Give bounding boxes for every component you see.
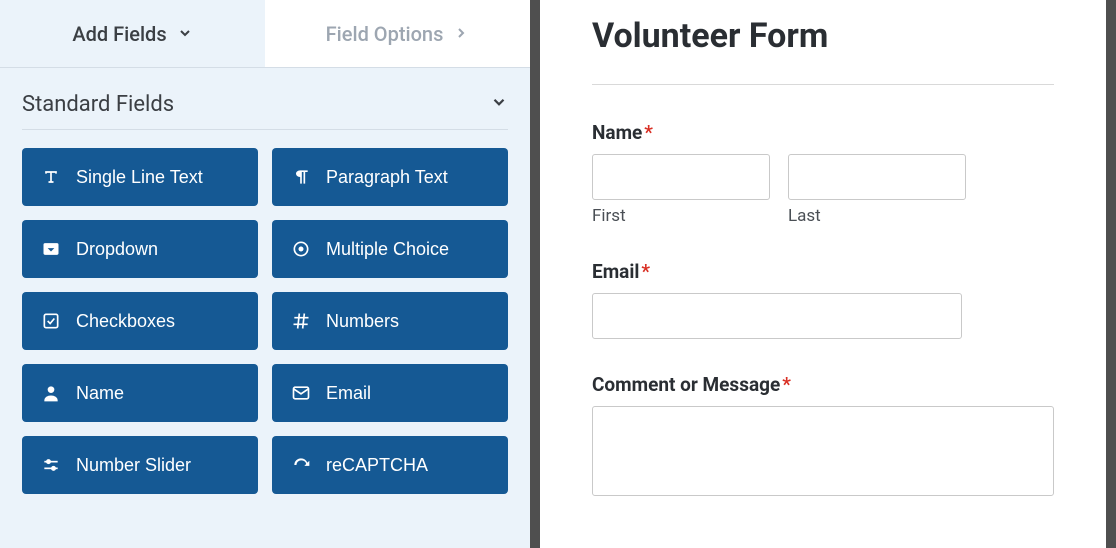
required-marker: * (644, 121, 653, 144)
email-input[interactable] (592, 293, 962, 339)
comment-textarea[interactable] (592, 406, 1054, 496)
tab-field-options-label: Field Options (326, 22, 444, 46)
field-numbers[interactable]: Numbers (272, 292, 508, 350)
field-name[interactable]: Name (22, 364, 258, 422)
field-label: Paragraph Text (326, 167, 448, 188)
section-title: Standard Fields (22, 92, 174, 117)
section-header-standard-fields[interactable]: Standard Fields (0, 68, 530, 129)
form-preview: Volunteer Form Name * First Last Email (540, 0, 1106, 548)
recaptcha-icon (290, 454, 312, 476)
name-inputs: First Last (592, 154, 1054, 226)
tab-field-options[interactable]: Field Options (265, 0, 530, 67)
field-label: reCAPTCHA (326, 455, 428, 476)
field-label: Email (326, 383, 371, 404)
email-field: Email * (592, 260, 1054, 339)
checkbox-icon (40, 310, 62, 332)
last-name-input[interactable] (788, 154, 966, 200)
envelope-icon (290, 382, 312, 404)
tab-add-fields[interactable]: Add Fields (0, 0, 265, 67)
chevron-down-icon (490, 92, 508, 117)
comment-label: Comment or Message (592, 373, 780, 396)
comment-label-row: Comment or Message * (592, 373, 1054, 396)
field-label: Numbers (326, 311, 399, 332)
text-icon (40, 166, 62, 188)
left-panel: Add Fields Field Options Standard Fields… (0, 0, 540, 548)
email-label-row: Email * (592, 260, 1054, 283)
field-paragraph-text[interactable]: Paragraph Text (272, 148, 508, 206)
hash-icon (290, 310, 312, 332)
user-icon (40, 382, 62, 404)
form-title: Volunteer Form (592, 16, 1054, 56)
right-wrap: Volunteer Form Name * First Last Email (540, 0, 1116, 548)
tab-add-fields-label: Add Fields (72, 22, 166, 46)
comment-field: Comment or Message * (592, 373, 1054, 500)
field-single-line-text[interactable]: Single Line Text (22, 148, 258, 206)
chevron-down-icon (177, 22, 193, 46)
dropdown-icon (40, 238, 62, 260)
paragraph-icon (290, 166, 312, 188)
name-label: Name (592, 121, 642, 144)
name-label-row: Name * (592, 121, 1054, 144)
required-marker: * (641, 260, 650, 283)
last-name-sublabel: Last (788, 206, 966, 226)
field-label: Checkboxes (76, 311, 175, 332)
field-label: Multiple Choice (326, 239, 449, 260)
field-label: Dropdown (76, 239, 158, 260)
divider (22, 129, 508, 130)
tabs: Add Fields Field Options (0, 0, 530, 68)
field-label: Single Line Text (76, 167, 203, 188)
field-recaptcha[interactable]: reCAPTCHA (272, 436, 508, 494)
sliders-icon (40, 454, 62, 476)
field-label: Name (76, 383, 124, 404)
divider (592, 84, 1054, 85)
field-email[interactable]: Email (272, 364, 508, 422)
field-number-slider[interactable]: Number Slider (22, 436, 258, 494)
first-name-input[interactable] (592, 154, 770, 200)
field-label: Number Slider (76, 455, 191, 476)
name-field: Name * First Last (592, 121, 1054, 226)
first-name-sublabel: First (592, 206, 770, 226)
field-dropdown[interactable]: Dropdown (22, 220, 258, 278)
chevron-right-icon (453, 22, 469, 46)
field-checkboxes[interactable]: Checkboxes (22, 292, 258, 350)
email-label: Email (592, 260, 639, 283)
radio-icon (290, 238, 312, 260)
field-multiple-choice[interactable]: Multiple Choice (272, 220, 508, 278)
required-marker: * (782, 373, 791, 396)
field-grid: Single Line Text Paragraph Text Dropdown… (0, 148, 530, 516)
